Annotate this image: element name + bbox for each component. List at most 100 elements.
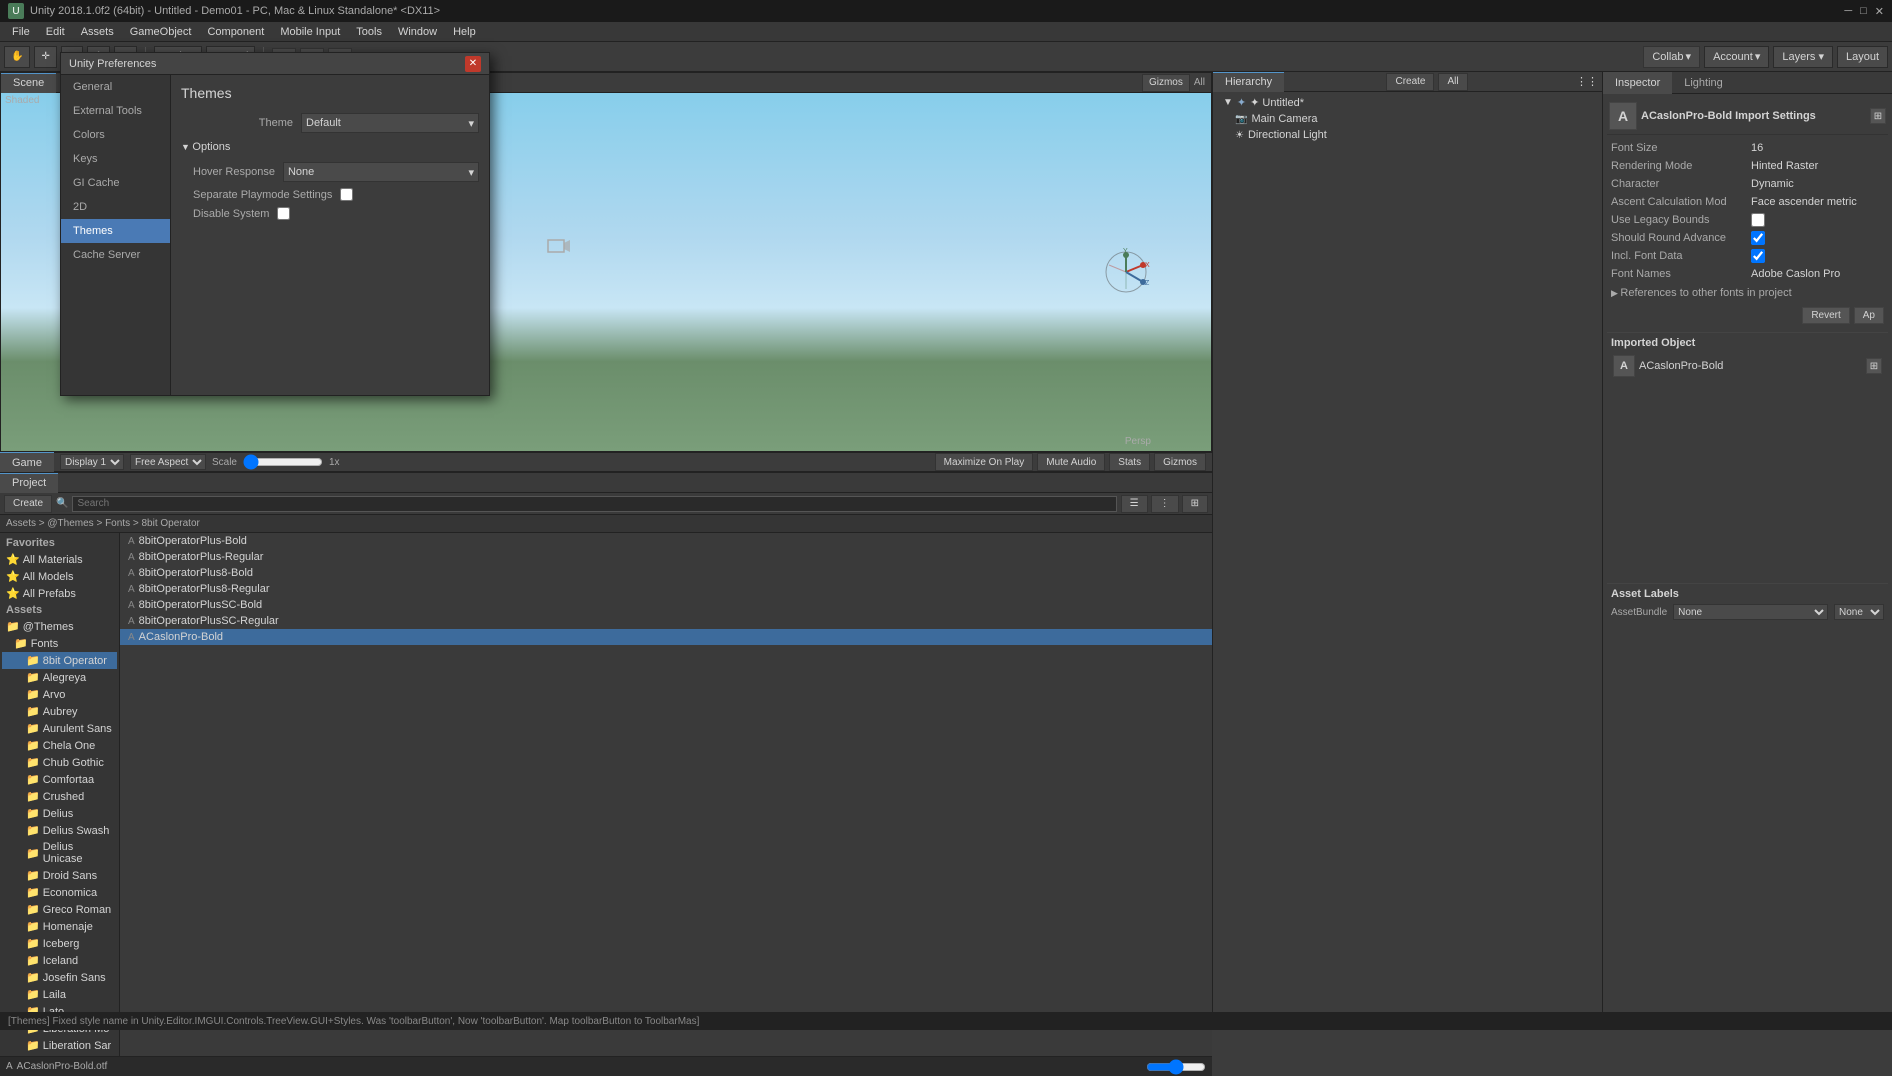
maximize-btn[interactable]: □: [1860, 5, 1867, 17]
tree-economica[interactable]: 📁 Economica: [2, 884, 117, 901]
mute-audio-btn[interactable]: Mute Audio: [1037, 453, 1105, 471]
layout-btn[interactable]: Layout: [1837, 46, 1888, 68]
tree-aubrey[interactable]: 📁 Aubrey: [2, 703, 117, 720]
tree-fonts[interactable]: 📁 Fonts: [2, 635, 117, 652]
tree-comfortaa[interactable]: 📁 Comfortaa: [2, 771, 117, 788]
tree-liberationsar[interactable]: 📁 Liberation Sar: [2, 1037, 117, 1054]
collab-btn[interactable]: Collab ▾: [1643, 46, 1700, 68]
should-round-checkbox[interactable]: [1751, 231, 1765, 245]
tree-josefinsans[interactable]: 📁 Josefin Sans: [2, 969, 117, 986]
incl-font-checkbox[interactable]: [1751, 249, 1765, 263]
gizmos-game-btn[interactable]: Gizmos: [1154, 453, 1206, 471]
tree-laila[interactable]: 📁 Laila: [2, 986, 117, 1003]
options-toggle[interactable]: Options: [181, 141, 479, 153]
maximize-on-play-btn[interactable]: Maximize On Play: [935, 453, 1034, 471]
tree-chubgothic[interactable]: 📁 Chub Gothic: [2, 754, 117, 771]
layers-btn[interactable]: Layers ▾: [1773, 46, 1833, 68]
legacy-bounds-checkbox[interactable]: [1751, 213, 1765, 227]
tree-all-prefabs[interactable]: ⭐ All Prefabs: [2, 585, 117, 602]
thumbnail-size-slider[interactable]: [1146, 1062, 1206, 1072]
inspector-open-btn[interactable]: ⊞: [1870, 108, 1886, 124]
toolbar-hand-btn[interactable]: ✋: [4, 46, 30, 68]
nav-colors[interactable]: Colors: [61, 123, 170, 147]
display-select[interactable]: Display 1: [60, 454, 124, 470]
tree-alegreya[interactable]: 📁 Alegreya: [2, 669, 117, 686]
account-btn[interactable]: Account ▾: [1704, 46, 1769, 68]
stats-btn[interactable]: Stats: [1109, 453, 1150, 471]
asset-bundle-select-2[interactable]: None: [1834, 604, 1884, 620]
menu-assets[interactable]: Assets: [73, 24, 122, 40]
aspect-select[interactable]: Free Aspect: [130, 454, 206, 470]
file-8bitoperatorplus-regular[interactable]: A 8bitOperatorPlus-Regular: [120, 549, 1212, 565]
tree-themes[interactable]: 📁 @Themes: [2, 618, 117, 635]
tree-droidsans[interactable]: 📁 Droid Sans: [2, 867, 117, 884]
disable-system-checkbox[interactable]: [277, 207, 290, 220]
tree-grecoroman[interactable]: 📁 Greco Roman: [2, 901, 117, 918]
separate-playmode-checkbox[interactable]: [340, 188, 353, 201]
menu-gameobject[interactable]: GameObject: [122, 24, 200, 40]
menu-window[interactable]: Window: [390, 24, 445, 40]
hierarchy-directional-light[interactable]: ☀ Directional Light: [1215, 127, 1600, 143]
file-8bitoperatorplus8-regular[interactable]: A 8bitOperatorPlus8-Regular: [120, 581, 1212, 597]
menu-tools[interactable]: Tools: [348, 24, 390, 40]
gizmos-btn[interactable]: Gizmos: [1142, 74, 1190, 92]
tree-homenaje[interactable]: 📁 Homenaje: [2, 918, 117, 935]
menu-mobile-input[interactable]: Mobile Input: [272, 24, 348, 40]
nav-gi-cache[interactable]: GI Cache: [61, 171, 170, 195]
nav-2d[interactable]: 2D: [61, 195, 170, 219]
toolbar-move-btn[interactable]: ✛: [34, 46, 56, 68]
lighting-tab[interactable]: Lighting: [1672, 72, 1735, 94]
nav-external-tools[interactable]: External Tools: [61, 99, 170, 123]
asset-bundle-select[interactable]: None: [1673, 604, 1828, 620]
file-8bitoperatorplussc-regular[interactable]: A 8bitOperatorPlusSC-Regular: [120, 613, 1212, 629]
tree-deliusswash[interactable]: 📁 Delius Swash: [2, 822, 117, 839]
nav-keys[interactable]: Keys: [61, 147, 170, 171]
file-8bitoperatorplussc-bold[interactable]: A 8bitOperatorPlusSC-Bold: [120, 597, 1212, 613]
tree-iceberg[interactable]: 📁 Iceberg: [2, 935, 117, 952]
apply-btn[interactable]: Ap: [1854, 307, 1884, 324]
references-section[interactable]: References to other fonts in project: [1607, 283, 1888, 303]
hierarchy-all-btn[interactable]: All: [1438, 73, 1467, 91]
hover-response-dropdown[interactable]: None ▾: [283, 162, 479, 182]
tree-chelaone[interactable]: 📁 Chela One: [2, 737, 117, 754]
hierarchy-create-btn[interactable]: Create: [1386, 73, 1434, 91]
file-8bitoperatorplus8-bold[interactable]: A 8bitOperatorPlus8-Bold: [120, 565, 1212, 581]
tree-arvo[interactable]: 📁 Arvo: [2, 686, 117, 703]
nav-general[interactable]: General: [61, 75, 170, 99]
project-tool-1[interactable]: ☰: [1121, 495, 1148, 513]
close-btn[interactable]: ✕: [1875, 5, 1884, 18]
file-acaslonpro-bold[interactable]: A ACaslonPro-Bold: [120, 629, 1212, 645]
inspector-tab[interactable]: Inspector: [1603, 72, 1672, 94]
scale-slider[interactable]: [243, 456, 323, 468]
dialog-close-btn[interactable]: ✕: [465, 56, 481, 72]
hierarchy-scene[interactable]: ▼ ✦ ✦ Untitled*: [1215, 94, 1600, 111]
tree-delius[interactable]: 📁 Delius: [2, 805, 117, 822]
tree-all-models[interactable]: ⭐ All Models: [2, 568, 117, 585]
tree-aurulent[interactable]: 📁 Aurulent Sans: [2, 720, 117, 737]
file-8bitoperatorplus-bold[interactable]: A 8bitOperatorPlus-Bold: [120, 533, 1212, 549]
project-search-input[interactable]: [72, 496, 1116, 512]
project-create-btn[interactable]: Create: [4, 495, 52, 513]
project-tab[interactable]: Project: [0, 473, 58, 493]
menu-component[interactable]: Component: [199, 24, 272, 40]
hierarchy-tab[interactable]: Hierarchy: [1213, 72, 1284, 92]
tree-deliusunicase[interactable]: 📁 Delius Unicase: [2, 839, 117, 867]
scene-tab[interactable]: Scene: [1, 73, 56, 93]
menu-help[interactable]: Help: [445, 24, 484, 40]
hierarchy-resize[interactable]: ⋮⋮: [1576, 75, 1598, 88]
menu-file[interactable]: File: [4, 24, 38, 40]
tree-iceland[interactable]: 📁 Iceland: [2, 952, 117, 969]
project-tool-2[interactable]: ⋮: [1151, 495, 1179, 513]
nav-themes[interactable]: Themes: [61, 219, 170, 243]
theme-dropdown[interactable]: Default ▾: [301, 113, 479, 133]
project-tool-3[interactable]: ⊞: [1182, 495, 1208, 513]
minimize-btn[interactable]: ─: [1844, 5, 1852, 17]
menu-edit[interactable]: Edit: [38, 24, 73, 40]
game-tab[interactable]: Game: [0, 452, 54, 472]
nav-cache-server[interactable]: Cache Server: [61, 243, 170, 267]
tree-8bit-operator[interactable]: 📁 8bit Operator: [2, 652, 117, 669]
tree-all-materials[interactable]: ⭐ All Materials: [2, 551, 117, 568]
tree-crushed[interactable]: 📁 Crushed: [2, 788, 117, 805]
imported-open-btn[interactable]: ⊞: [1866, 358, 1882, 374]
hierarchy-main-camera[interactable]: 📷 Main Camera: [1215, 111, 1600, 127]
